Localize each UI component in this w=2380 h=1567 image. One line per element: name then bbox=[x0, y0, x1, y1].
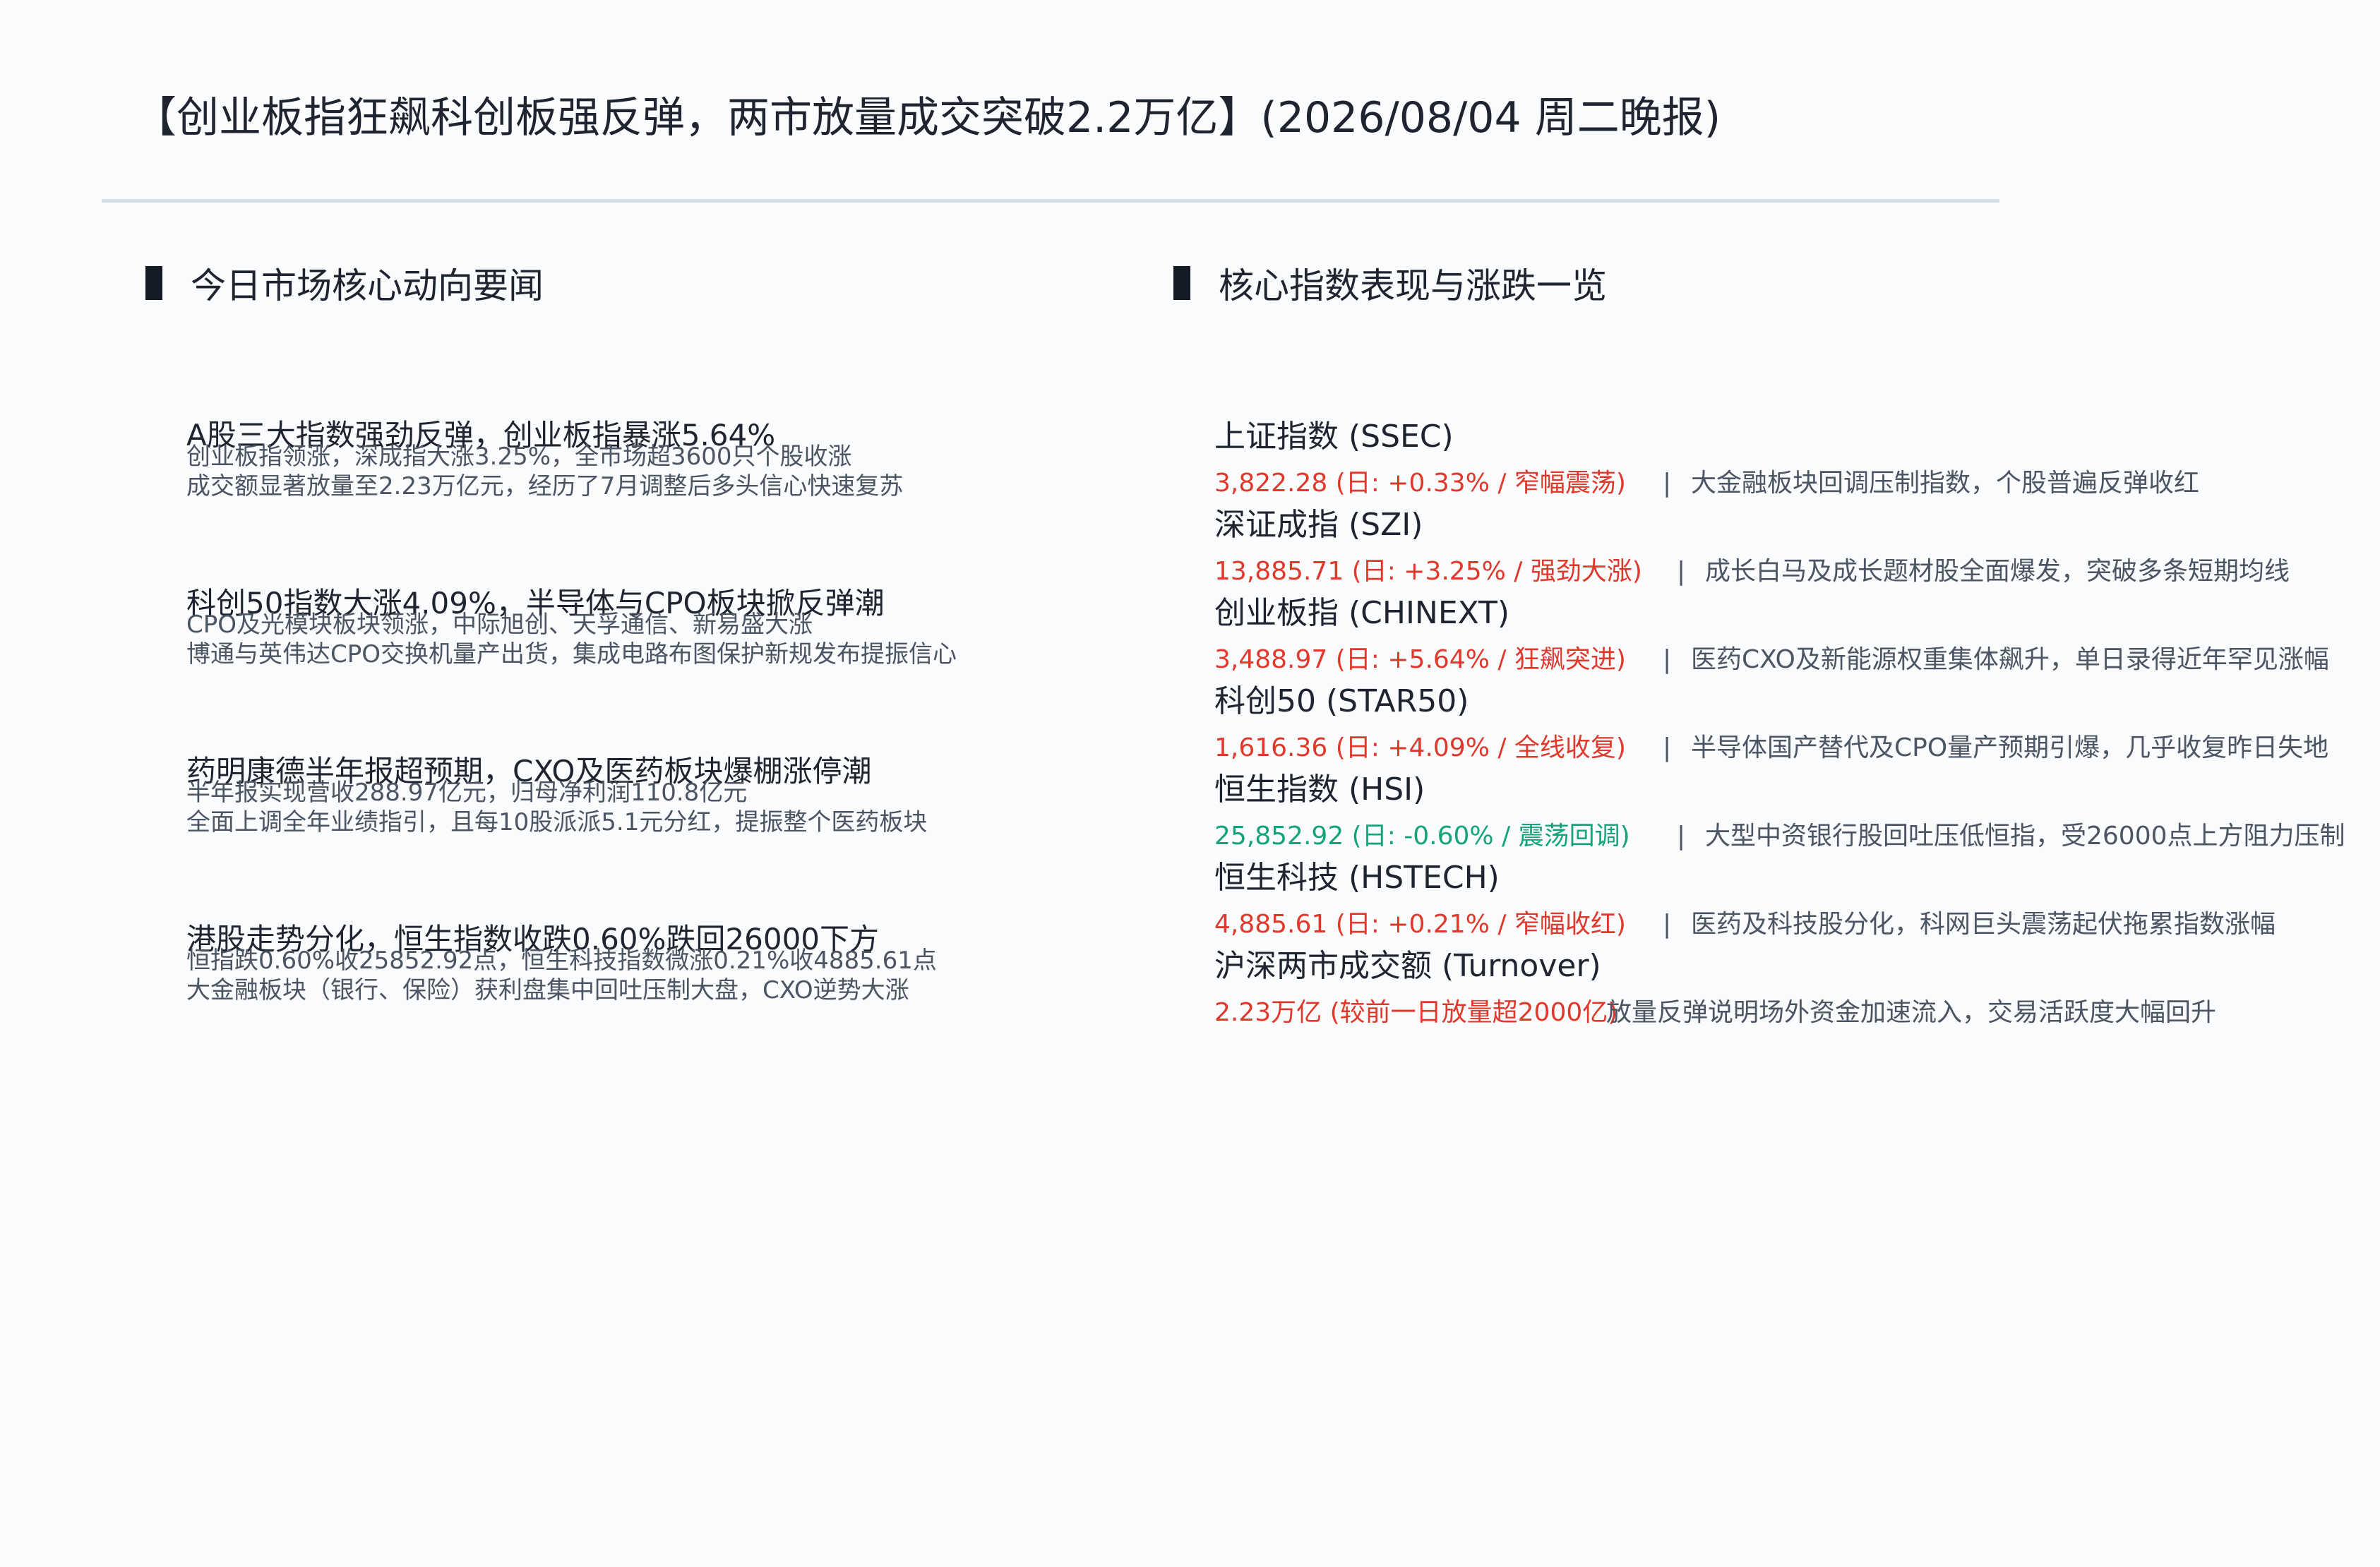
separator-icon: | bbox=[1677, 822, 1686, 851]
news-item: A股三大指数强劲反弹，创业板指暴涨5.64% 创业板指领涨，深成指大涨3.25%… bbox=[186, 418, 1104, 501]
page-title: 【创业板指狂飙科创板强反弹，两市放量成交突破2.2万亿】(2026/08/04 … bbox=[134, 93, 1721, 143]
index-detail: 2.23万亿 (较前一日放量超2000亿) 放量反弹说明场外资金加速流入，交易活… bbox=[1214, 995, 2372, 1031]
index-value: 3,822.28 (日: +0.33% / 窄幅震荡) bbox=[1214, 469, 1626, 498]
index-row: 创业板指 (CHINEXT) 3,488.97 (日: +5.64% / 狂飙突… bbox=[1214, 594, 2372, 678]
index-name: 恒生科技 (HSTECH) bbox=[1214, 860, 1500, 896]
index-row: 沪深两市成交额 (Turnover) 2.23万亿 (较前一日放量超2000亿)… bbox=[1214, 947, 2372, 1031]
index-detail: 3,822.28 (日: +0.33% / 窄幅震荡) | 大金融板块回调压制指… bbox=[1214, 466, 2372, 501]
index-name: 深证成指 (SZI) bbox=[1214, 507, 1423, 543]
index-name: 沪深两市成交额 (Turnover) bbox=[1214, 948, 1601, 984]
index-note: 大金融板块回调压制指数，个股普遍反弹收红 bbox=[1691, 469, 2200, 498]
index-section-header: 核心指数表现与涨跌一览 bbox=[1173, 263, 1607, 306]
index-name: 科创50 (STAR50) bbox=[1214, 683, 1469, 719]
index-detail: 13,885.71 (日: +3.25% / 强劲大涨) | 成长白马及成长题材… bbox=[1214, 554, 2372, 589]
index-detail: 25,852.92 (日: -0.60% / 震荡回调) | 大型中资银行股回吐… bbox=[1214, 819, 2372, 854]
separator-icon: | bbox=[1663, 645, 1672, 674]
news-detail-line: 半年报实现营收288.97亿元，归母净利润110.8亿元 bbox=[186, 779, 748, 807]
news-detail-line: 成交额显著放量至2.23万亿元，经历了7月调整后多头信心快速复苏 bbox=[186, 472, 904, 500]
index-detail: 1,616.36 (日: +4.09% / 全线收复) | 半导体国产替代及CP… bbox=[1214, 731, 2372, 766]
index-section-title: 核心指数表现与涨跌一览 bbox=[1219, 265, 1607, 306]
news-item: 药明康德半年报超预期，CXO及医药板块爆棚涨停潮 半年报实现营收288.97亿元… bbox=[186, 754, 1104, 837]
separator-icon: | bbox=[1663, 469, 1672, 498]
index-value: 25,852.92 (日: -0.60% / 震荡回调) bbox=[1214, 822, 1630, 851]
index-value: 13,885.71 (日: +3.25% / 强劲大涨) bbox=[1214, 557, 1642, 586]
index-note: 放量反弹说明场外资金加速流入，交易活跃度大幅回升 bbox=[1606, 998, 2217, 1027]
separator-icon: | bbox=[1663, 910, 1672, 939]
index-value: 3,488.97 (日: +5.64% / 狂飙突进) bbox=[1214, 645, 1626, 674]
news-detail-line: 博通与英伟达CPO交换机量产出货，集成电路布图保护新规发布提振信心 bbox=[186, 640, 957, 668]
section-marker-icon bbox=[145, 266, 162, 300]
separator-icon: | bbox=[1677, 557, 1686, 586]
index-note: 医药及科技股分化，科网巨头震荡起伏拖累指数涨幅 bbox=[1691, 910, 2276, 939]
index-row: 科创50 (STAR50) 1,616.36 (日: +4.09% / 全线收复… bbox=[1214, 683, 2372, 766]
index-name: 恒生指数 (HSI) bbox=[1214, 772, 1425, 807]
index-value: 2.23万亿 (较前一日放量超2000亿) bbox=[1214, 998, 1618, 1027]
index-note: 成长白马及成长题材股全面爆发，突破多条短期均线 bbox=[1705, 557, 2290, 586]
news-detail-line: CPO及光模块板块领涨，中际旭创、天孚通信、新易盛大涨 bbox=[186, 611, 813, 639]
news-detail-line: 创业板指领涨，深成指大涨3.25%，全市场超3600只个股收涨 bbox=[186, 443, 852, 471]
news-detail-line: 大金融板块（银行、保险）获利盘集中回吐压制大盘，CXO逆势大涨 bbox=[186, 976, 909, 1004]
index-name: 上证指数 (SSEC) bbox=[1214, 419, 1454, 455]
news-detail-line: 全面上调全年业绩指引，且每10股派派5.1元分红，提振整个医药板块 bbox=[186, 808, 928, 836]
section-marker-icon bbox=[1173, 266, 1190, 300]
index-detail: 3,488.97 (日: +5.64% / 狂飙突进) | 医药CXO及新能源权… bbox=[1214, 642, 2372, 678]
news-section-title: 今日市场核心动向要闻 bbox=[191, 265, 544, 306]
index-note: 半导体国产替代及CPO量产预期引爆，几乎收复昨日失地 bbox=[1691, 733, 2329, 762]
index-row: 上证指数 (SSEC) 3,822.28 (日: +0.33% / 窄幅震荡) … bbox=[1214, 418, 2372, 501]
index-detail: 4,885.61 (日: +0.21% / 窄幅收红) | 医药及科技股分化，科… bbox=[1214, 907, 2372, 942]
index-value: 4,885.61 (日: +0.21% / 窄幅收红) bbox=[1214, 910, 1626, 939]
index-row: 恒生指数 (HSI) 25,852.92 (日: -0.60% / 震荡回调) … bbox=[1214, 771, 2372, 854]
index-value: 1,616.36 (日: +4.09% / 全线收复) bbox=[1214, 733, 1626, 762]
news-detail-line: 恒指跌0.60%收25852.92点，恒生科技指数微涨0.21%收4885.61… bbox=[186, 947, 937, 975]
news-item: 港股走势分化，恒生指数收跌0.60%跌回26000下方 恒指跌0.60%收258… bbox=[186, 922, 1104, 1005]
news-section-header: 今日市场核心动向要闻 bbox=[145, 263, 544, 306]
index-name: 创业板指 (CHINEXT) bbox=[1214, 595, 1510, 631]
news-item: 科创50指数大涨4.09%，半导体与CPO板块掀反弹潮 CPO及光模块板块领涨，… bbox=[186, 586, 1104, 669]
index-row: 深证成指 (SZI) 13,885.71 (日: +3.25% / 强劲大涨) … bbox=[1214, 506, 2372, 589]
index-note: 医药CXO及新能源权重集体飙升，单日录得近年罕见涨幅 bbox=[1691, 645, 2329, 674]
title-divider bbox=[102, 199, 1999, 203]
index-note: 大型中资银行股回吐压低恒指，受26000点上方阻力压制 bbox=[1705, 822, 2345, 851]
index-row: 恒生科技 (HSTECH) 4,885.61 (日: +0.21% / 窄幅收红… bbox=[1214, 859, 2372, 942]
separator-icon: | bbox=[1663, 733, 1672, 762]
